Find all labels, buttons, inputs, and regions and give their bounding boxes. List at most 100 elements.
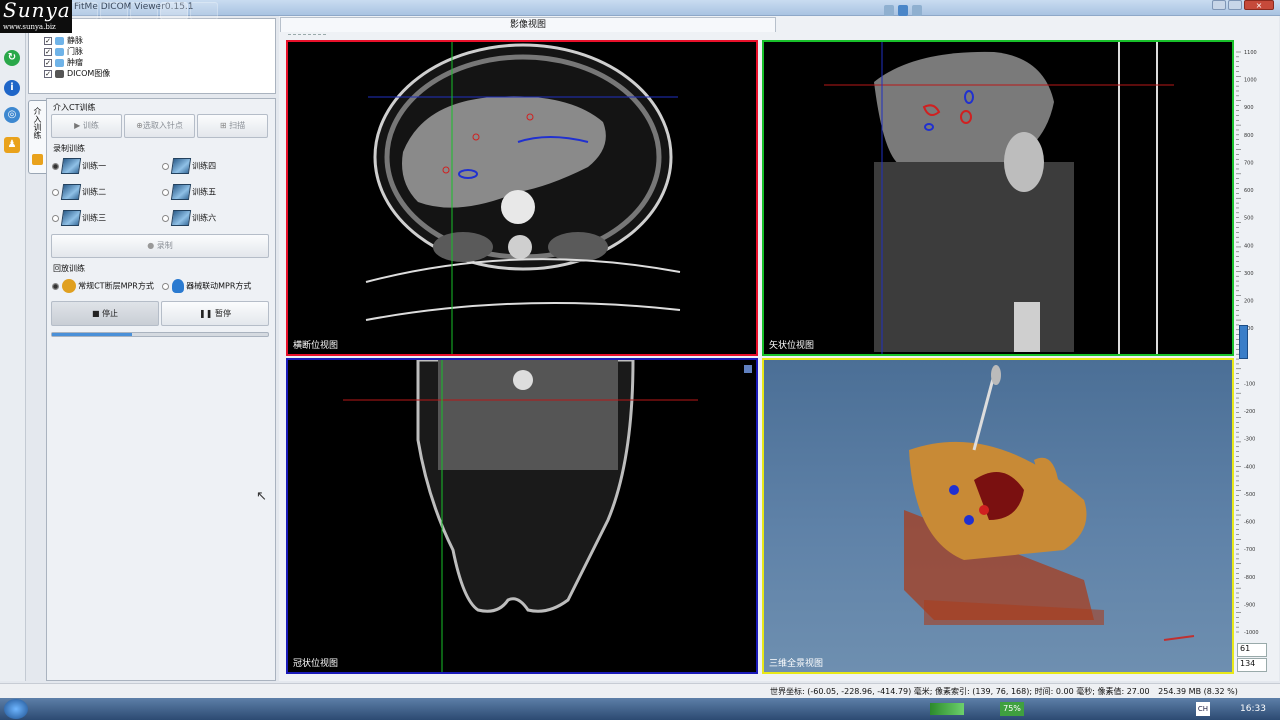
logo-brand: Sunya bbox=[3, 0, 71, 22]
train-button[interactable]: ▶ 训练 bbox=[51, 114, 122, 138]
ruler-tick-label: -500 bbox=[1244, 492, 1255, 498]
taskbar-firefox-icon[interactable] bbox=[70, 2, 98, 20]
scan-button[interactable]: ⊞ 扫描 bbox=[197, 114, 268, 138]
radio-training-4[interactable]: 训练四 bbox=[162, 158, 216, 174]
ruler-tick-label: -400 bbox=[1244, 464, 1255, 470]
time-value: 时间: 0.00 毫秒; bbox=[1034, 687, 1095, 696]
taskbar-folder-icon[interactable] bbox=[130, 2, 158, 20]
watermark-logo: Sunya www.sunya.biz bbox=[0, 0, 72, 33]
ruler-tick-label: 800 bbox=[1244, 133, 1254, 139]
ruler-tick-label: 1100 bbox=[1244, 50, 1257, 56]
ruler-tick-label: -900 bbox=[1244, 602, 1255, 608]
battery-indicator[interactable]: 75% bbox=[1000, 702, 1024, 716]
sagittal-view-label: 矢状位视图 bbox=[769, 341, 815, 351]
radio-training-1[interactable]: 训练一 bbox=[52, 158, 106, 174]
group-title-playback: 回放训练 bbox=[53, 264, 85, 273]
ruler-tick-label: -800 bbox=[1244, 575, 1255, 581]
3d-view[interactable]: 三维全景视图 bbox=[762, 358, 1234, 674]
radio-icon[interactable] bbox=[52, 214, 59, 222]
taskbar-viewer-icon[interactable] bbox=[160, 2, 188, 20]
minimize-button[interactable] bbox=[1212, 0, 1226, 10]
radio-training-3[interactable]: 训练三 bbox=[52, 210, 106, 226]
tree-item-portal[interactable]: ✓ 门脉 bbox=[44, 46, 83, 57]
coronal-ct-image bbox=[343, 360, 752, 672]
film-icon bbox=[170, 158, 191, 174]
axial-view-label: 横断位视图 bbox=[293, 341, 339, 351]
playback-progress[interactable] bbox=[51, 332, 269, 337]
world-coords: 世界坐标: (-60.05, -228.96, -414.79) 毫米; bbox=[770, 687, 933, 696]
film-icon bbox=[170, 184, 191, 200]
select-entry-point-button[interactable]: ⊕选取入针点 bbox=[124, 114, 195, 138]
stop-button[interactable]: ■ 停止 bbox=[51, 301, 159, 326]
radio-training-6[interactable]: 训练六 bbox=[162, 210, 216, 226]
checkbox-icon[interactable]: ✓ bbox=[44, 58, 52, 67]
memory-usage: 254.39 MB (8.32 %) bbox=[1158, 687, 1238, 696]
ruler-tick-label: 500 bbox=[1244, 216, 1254, 222]
ruler-tick-label: -700 bbox=[1244, 547, 1255, 553]
film-icon bbox=[60, 184, 81, 200]
radio-icon[interactable] bbox=[162, 214, 169, 222]
3d-view-label: 三维全景视图 bbox=[769, 659, 824, 669]
folder-icon bbox=[55, 36, 64, 45]
ruler-tick-label: 300 bbox=[1244, 271, 1254, 277]
tree-item-tumor[interactable]: ✓ 肿瘤 bbox=[44, 57, 83, 68]
radio-icon[interactable] bbox=[52, 162, 59, 170]
radio-training-5[interactable]: 训练五 bbox=[162, 184, 216, 200]
gear-icon bbox=[61, 279, 76, 293]
tree-item-dicom[interactable]: ✓ DICOM图像 bbox=[44, 68, 110, 79]
tab-handle bbox=[288, 34, 326, 38]
sagittal-view[interactable]: 矢状位视图 bbox=[762, 40, 1234, 356]
play-icon: ▶ bbox=[74, 121, 83, 130]
crosshair-icon: ⊕ bbox=[136, 121, 143, 130]
checkbox-icon[interactable]: ✓ bbox=[44, 47, 52, 56]
axial-view[interactable]: 横断位视图 bbox=[286, 40, 758, 356]
device-icon bbox=[171, 279, 184, 293]
radio-training-2[interactable]: 训练二 bbox=[52, 184, 106, 200]
ruler-tick-label: 600 bbox=[1244, 188, 1254, 194]
taskbar-chrome-icon[interactable] bbox=[100, 2, 128, 20]
folder-icon bbox=[55, 47, 64, 56]
scan-icon: ⊞ bbox=[219, 121, 230, 130]
signal-icon bbox=[930, 703, 964, 715]
start-button[interactable] bbox=[4, 699, 28, 719]
close-button[interactable]: × bbox=[1244, 0, 1274, 10]
globe-icon[interactable]: ◎ bbox=[4, 107, 20, 123]
ruler-tick-label: -300 bbox=[1244, 437, 1255, 443]
ruler-tick-label: 900 bbox=[1244, 105, 1254, 111]
maximize-button[interactable] bbox=[1228, 0, 1242, 10]
radio-icon[interactable] bbox=[52, 188, 59, 196]
checkbox-icon[interactable]: ✓ bbox=[44, 36, 52, 45]
coronal-view[interactable]: 冠状位视图 bbox=[286, 358, 758, 674]
tray-icon[interactable] bbox=[912, 5, 922, 16]
input-language[interactable]: CH bbox=[1196, 702, 1210, 716]
checkbox-icon[interactable]: ✓ bbox=[44, 69, 52, 78]
ruler-tick-label: 1000 bbox=[1244, 78, 1257, 84]
help-icon[interactable] bbox=[898, 5, 908, 16]
record-button[interactable]: ● 录制 bbox=[51, 234, 269, 258]
status-text: 世界坐标: (-60.05, -228.96, -414.79) 毫米; 像素索… bbox=[770, 686, 1238, 697]
ruler-tick-label: -1000 bbox=[1244, 630, 1259, 636]
ruler-tick-label: -100 bbox=[1244, 381, 1255, 387]
group-title-ct: 介入CT训练 bbox=[53, 103, 96, 112]
tree-item-vein[interactable]: ✓ 静脉 bbox=[44, 35, 83, 46]
radio-mode-device-mpr[interactable]: 器械联动MPR方式 bbox=[162, 279, 251, 293]
tray-icon[interactable] bbox=[884, 5, 894, 16]
radio-icon[interactable] bbox=[162, 188, 169, 196]
refresh-icon[interactable]: ↻ bbox=[4, 50, 20, 66]
radio-icon[interactable] bbox=[162, 162, 169, 170]
pixel-value: 像素值: 27.00 bbox=[1097, 687, 1150, 696]
record-icon: ● bbox=[147, 241, 157, 250]
radio-icon[interactable] bbox=[52, 282, 59, 290]
tab-image-view[interactable]: 影像视图 bbox=[280, 17, 776, 32]
window-input[interactable]: 61 bbox=[1237, 643, 1267, 657]
radio-icon[interactable] bbox=[162, 282, 169, 290]
user-icon[interactable]: ♟ bbox=[4, 137, 20, 153]
sagittal-ct-image bbox=[824, 42, 1174, 354]
window-level-slider[interactable] bbox=[1239, 325, 1248, 359]
level-input[interactable]: 134 bbox=[1237, 658, 1267, 672]
radio-mode-ct-mpr[interactable]: 常规CT断层MPR方式 bbox=[52, 279, 154, 293]
info-icon[interactable]: i bbox=[4, 80, 20, 96]
pause-button[interactable]: ❚❚ 暂停 bbox=[161, 301, 269, 326]
tab-icon bbox=[32, 154, 43, 165]
taskbar-app-icon[interactable] bbox=[190, 2, 218, 20]
